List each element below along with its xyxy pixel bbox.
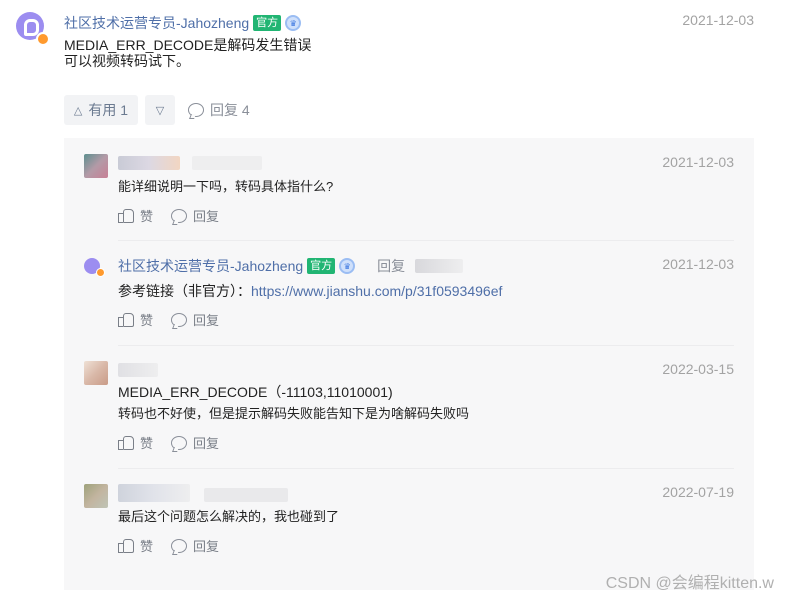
- replies-panel: 2021-12-03 能详细说明一下吗，转码具体指什么? 赞 回复 社区技术运营…: [64, 138, 754, 590]
- triangle-up-icon: △: [73, 104, 83, 117]
- reply-actions: 赞 回复: [118, 310, 219, 329]
- reply-text: 参考链接（非官方）：https://www.jianshu.com/p/31f0…: [118, 282, 502, 300]
- useful-button[interactable]: △ 有用 1: [64, 95, 138, 125]
- official-badge: 官方: [253, 15, 282, 31]
- thumb-up-icon[interactable]: [118, 538, 134, 553]
- comment-author-line: 社区技术运营专员-Jahozheng 官方 ♛: [64, 13, 302, 33]
- comment-date: 2021-12-03: [682, 12, 754, 28]
- divider: [118, 345, 734, 346]
- verified-icon: ♛: [339, 258, 356, 274]
- verified-icon: ♛: [285, 15, 302, 31]
- thumb-up-icon[interactable]: [118, 435, 134, 450]
- avatar-dot: [96, 268, 105, 277]
- like-label[interactable]: 赞: [140, 536, 153, 555]
- reference-link[interactable]: https://www.jianshu.com/p/31f0593496ef: [251, 283, 502, 299]
- comment-bubble-icon: [188, 103, 204, 117]
- reply-avatar[interactable]: [84, 256, 106, 278]
- like-label[interactable]: 赞: [140, 433, 153, 452]
- reply-actions: 赞 回复: [118, 536, 219, 555]
- divider: [118, 468, 734, 469]
- reply-label[interactable]: 回复: [193, 433, 219, 452]
- reply-label[interactable]: 回复: [193, 536, 219, 555]
- reply-to-label: 回复: [377, 258, 406, 274]
- triangle-down-icon: ▽: [155, 104, 165, 117]
- comment-line-1: MEDIA_ERR_DECODE是解码发生错误: [64, 37, 312, 53]
- official-badge: 官方: [307, 258, 336, 274]
- reply-date: 2022-03-15: [662, 361, 734, 377]
- reply-avatar[interactable]: [84, 484, 108, 508]
- watermark: CSDN @会编程kitten.w: [605, 575, 774, 592]
- like-label[interactable]: 赞: [140, 206, 153, 225]
- reply-text-prefix: 参考链接（非官方）：: [118, 283, 251, 299]
- like-label[interactable]: 赞: [140, 310, 153, 329]
- reply-label[interactable]: 回复: [193, 206, 219, 225]
- reply-username-blurred[interactable]: [118, 156, 180, 170]
- comment-bubble-icon[interactable]: [171, 312, 188, 327]
- reply-username-blurred[interactable]: [118, 363, 158, 377]
- thumb-up-icon[interactable]: [118, 312, 134, 327]
- divider: [118, 240, 734, 241]
- reply-author-line: 社区技术运营专员-Jahozheng 官方 ♛ 回复: [118, 256, 464, 276]
- comment-bubble-icon[interactable]: [171, 208, 188, 223]
- author-name[interactable]: 社区技术运营专员-Jahozheng: [64, 13, 249, 33]
- reply-username-blurred[interactable]: [118, 484, 190, 502]
- reply-date: 2021-12-03: [662, 154, 734, 170]
- comment-line-2: 可以视频转码试下。: [64, 53, 190, 69]
- not-useful-button[interactable]: ▽: [145, 95, 175, 125]
- reply-date: 2022-07-19: [662, 484, 734, 500]
- reply-text: 最后这个问题怎么解决的，我也碰到了: [118, 509, 340, 524]
- reply-label[interactable]: 回复: [193, 310, 219, 329]
- reply-tag-blurred: [204, 488, 288, 502]
- reply-button[interactable]: 回复 4: [188, 95, 250, 125]
- reply-author-name[interactable]: 社区技术运营专员-Jahozheng: [118, 256, 303, 276]
- thumb-up-icon[interactable]: [118, 208, 134, 223]
- author-avatar[interactable]: [16, 12, 50, 46]
- useful-label: 有用 1: [88, 102, 129, 118]
- reply-actions: 赞 回复: [118, 206, 219, 225]
- avatar-dot: [36, 32, 50, 46]
- reply-text-line-1: MEDIA_ERR_DECODE（-11103,11010001): [118, 384, 393, 400]
- reply-to-username-blurred[interactable]: [415, 259, 464, 273]
- reply-avatar[interactable]: [84, 361, 108, 385]
- reply-text: 能详细说明一下吗，转码具体指什么?: [118, 179, 334, 194]
- reply-actions: 赞 回复: [118, 433, 219, 452]
- comment-body: MEDIA_ERR_DECODE是解码发生错误 可以视频转码试下。: [64, 37, 311, 69]
- reply-avatar[interactable]: [84, 154, 108, 178]
- reply-tag-blurred: [192, 156, 262, 170]
- reply-date: 2021-12-03: [662, 256, 734, 272]
- reply-count-label: 回复 4: [210, 102, 250, 118]
- comment-bubble-icon[interactable]: [171, 435, 188, 450]
- reply-text-line-2: 转码也不好使，但是提示解码失败能告知下是为啥解码失败吗: [118, 406, 470, 421]
- comment-bubble-icon[interactable]: [171, 538, 188, 553]
